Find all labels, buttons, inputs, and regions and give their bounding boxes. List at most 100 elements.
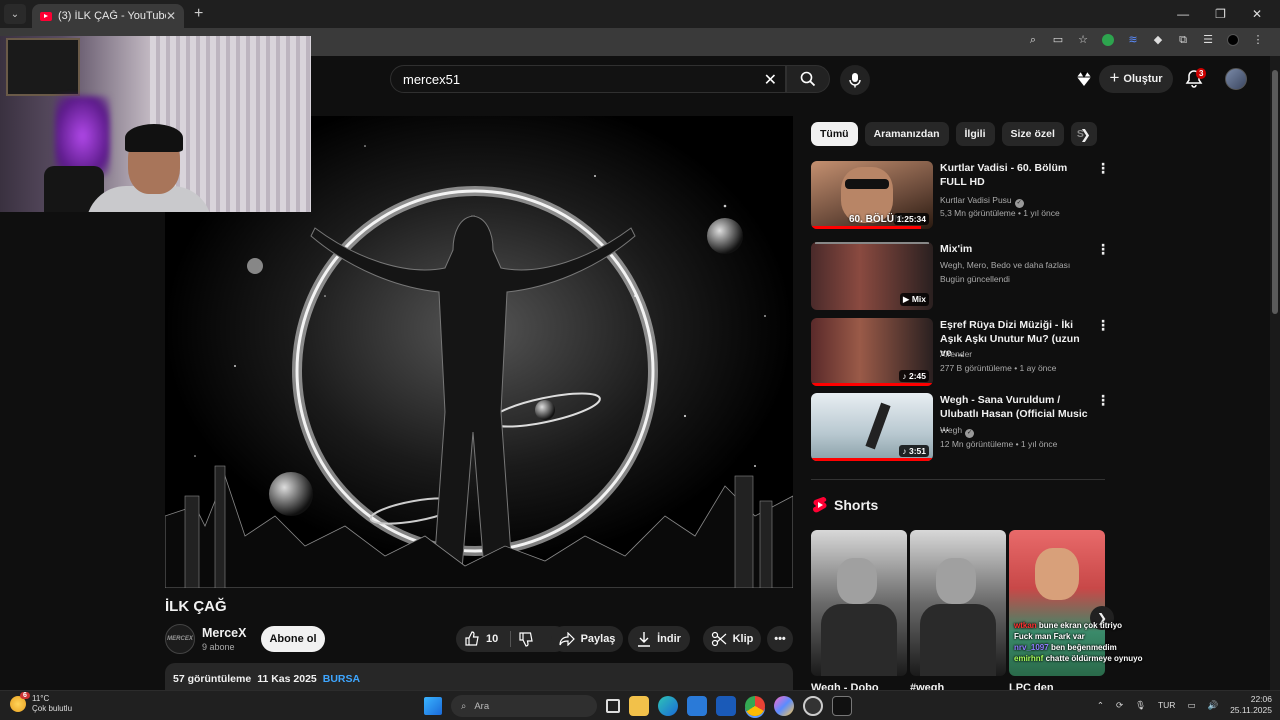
account-avatar[interactable] [1225,68,1247,90]
edge-icon[interactable] [658,696,678,716]
browser-tab[interactable]: (3) İLK ÇAĞ - YouTube ✕ [32,4,184,28]
extension-green-icon[interactable] [1102,34,1114,46]
obs-icon[interactable] [803,696,823,716]
search-button[interactable] [786,65,830,93]
clip-button[interactable]: Klip [703,626,761,652]
more-horizontal-icon: ••• [774,633,786,645]
video-thumbnail[interactable]: ♪ 3:51 [811,393,933,461]
new-tab-button[interactable]: + [194,5,203,23]
short-thumbnail[interactable] [811,530,907,676]
clear-search-icon[interactable]: ✕ [764,70,777,90]
short-face [936,558,976,604]
chat-text: ben beğenmedim [1050,643,1117,652]
upload-date: 11 Kas 2025 [257,673,317,685]
tab-close-icon[interactable]: ✕ [166,9,176,23]
extension-diamond-icon[interactable]: ◆ [1152,34,1164,46]
recommendation-item[interactable]: ♪ 2:45 Eşref Rüya Dizi Müziği - İki Aşık… [811,318,1110,388]
voice-search-button[interactable] [840,65,870,95]
more-options-icon[interactable]: ⋮ [1096,318,1110,332]
extension-audio-icon[interactable]: ≋ [1127,34,1139,46]
input-language[interactable]: TUR [1158,700,1175,710]
more-options-icon[interactable]: ⋮ [1096,393,1110,407]
watch-progress-bar [811,226,921,229]
recommendation-item[interactable]: 60. BÖLÜM 1:25:34 Kurtlar Vadisi - 60. B… [811,161,1110,231]
recommendation-title[interactable]: Mix'im [940,242,1090,256]
file-explorer-icon[interactable] [629,696,649,716]
mic-tray-icon[interactable]: 🎙 [1135,700,1146,711]
share-label: Paylaş [580,633,616,645]
chat-username: wtkan [1014,621,1037,630]
zoom-icon[interactable]: ⌕ [1027,34,1039,46]
sync-icon[interactable]: ⟳ [1116,700,1123,711]
download-label: İndir [657,633,681,645]
store-icon[interactable] [687,696,707,716]
page-scrollbar[interactable] [1270,56,1280,690]
address-bar[interactable] [300,31,1090,53]
chip-all[interactable]: Tümü [811,122,858,146]
channel-avatar[interactable]: MERCEX [165,624,195,654]
more-options-icon[interactable]: ⋮ [1096,242,1110,256]
windows-start-icon[interactable] [424,697,442,715]
video-thumbnail[interactable]: ▶ Mix [811,242,933,310]
task-view-icon[interactable] [606,699,620,713]
more-options-icon[interactable]: ⋮ [1096,161,1110,175]
screen: ⌄ (3) İLK ÇAĞ - YouTube ✕ + — ❐ ✕ ⌕ ▭ ☆ … [0,0,1280,720]
scrollbar-thumb[interactable] [1272,70,1278,314]
tab-title: (3) İLK ÇAĞ - YouTube [58,10,166,22]
recommendation-meta: 5,3 Mn görüntüleme • 1 yıl önce [940,208,1060,218]
description-box[interactable]: 57 görüntüleme 11 Kas 2025 BURSA [165,663,793,693]
like-button[interactable]: 10 [464,631,498,647]
share-button[interactable]: Paylaş [551,626,623,652]
taskbar-search-input[interactable]: ⌕ Ara [451,695,597,717]
bookmark-star-icon[interactable]: ☆ [1077,34,1089,46]
extensions-puzzle-icon[interactable]: ⧉ [1177,34,1189,46]
maximize-icon[interactable]: ❐ [1215,7,1226,21]
short-caption[interactable]: Wegh - Dobo [811,682,907,690]
chip-related[interactable]: İlgili [955,122,995,146]
download-button[interactable]: İndir [628,626,690,652]
cast-icon[interactable]: ▭ [1052,34,1064,46]
search-input[interactable]: mercex51 ✕ [390,65,786,93]
subscriber-count: 9 abone [202,642,235,652]
dislike-button[interactable] [518,631,534,650]
system-tray: ⌃ ⟳ 🎙 TUR ▭ 🔊 22:06 25.11.2025 [1097,694,1272,716]
chrome-icon[interactable] [745,696,765,716]
chips-next-chevron-icon[interactable]: ❯ [1080,127,1091,143]
short-caption[interactable]: #wegh [910,682,1006,690]
video-thumbnail[interactable]: ♪ 2:45 [811,318,933,386]
recommendation-item[interactable]: ▶ Mix Mix'im Wegh, Mero, Bedo ve daha fa… [811,242,1110,312]
weather-widget[interactable]: 11°C Çok bulutlu [10,694,72,714]
chip-from-search[interactable]: Aramanızdan [864,122,949,146]
network-icon[interactable]: ▭ [1187,700,1195,711]
video-duration: ♪ 2:45 [899,370,929,382]
duration-text: 2:45 [908,371,926,381]
volume-icon[interactable]: 🔊 [1207,700,1218,711]
subscribe-button[interactable]: Abone ol [261,626,325,652]
chip-for-you[interactable]: Size özel [1001,122,1064,146]
taskbar-clock[interactable]: 22:06 25.11.2025 [1230,694,1272,716]
more-actions-button[interactable]: ••• [767,626,793,652]
short-caption[interactable]: LPC den [1009,682,1105,690]
tab-search-button[interactable]: ⌄ [4,4,26,24]
copilot-icon[interactable] [774,696,794,716]
window-close-icon[interactable]: ✕ [1252,7,1262,21]
thumbnail-stack-line [815,242,929,244]
channel-name[interactable]: MerceX [202,626,246,640]
recommendation-title[interactable]: Kurtlar Vadisi - 60. Bölüm FULL HD [940,161,1090,189]
location-hashtag[interactable]: BURSA [323,673,360,685]
like-divider [510,631,511,647]
short-thumbnail[interactable] [910,530,1006,676]
video-thumbnail[interactable]: 60. BÖLÜM 1:25:34 [811,161,933,229]
tray-chevron-icon[interactable]: ⌃ [1097,700,1104,711]
premium-gem-icon[interactable] [1074,69,1094,89]
recommendation-meta: 277 B görüntüleme • 1 ay önce [940,363,1057,373]
epic-games-icon[interactable] [832,696,852,716]
outlook-icon[interactable] [716,696,736,716]
recommendation-item[interactable]: ♪ 3:51 Wegh - Sana Vuruldum / Ulubatlı H… [811,393,1110,463]
reading-list-icon[interactable]: ☰ [1202,34,1214,46]
create-button[interactable]: + Oluştur [1099,65,1173,93]
profile-icon[interactable] [1227,34,1239,46]
browser-menu-icon[interactable]: ⋮ [1252,34,1264,46]
chat-text: Fuck man Fark var [1014,632,1085,641]
minimize-icon[interactable]: — [1177,7,1189,21]
